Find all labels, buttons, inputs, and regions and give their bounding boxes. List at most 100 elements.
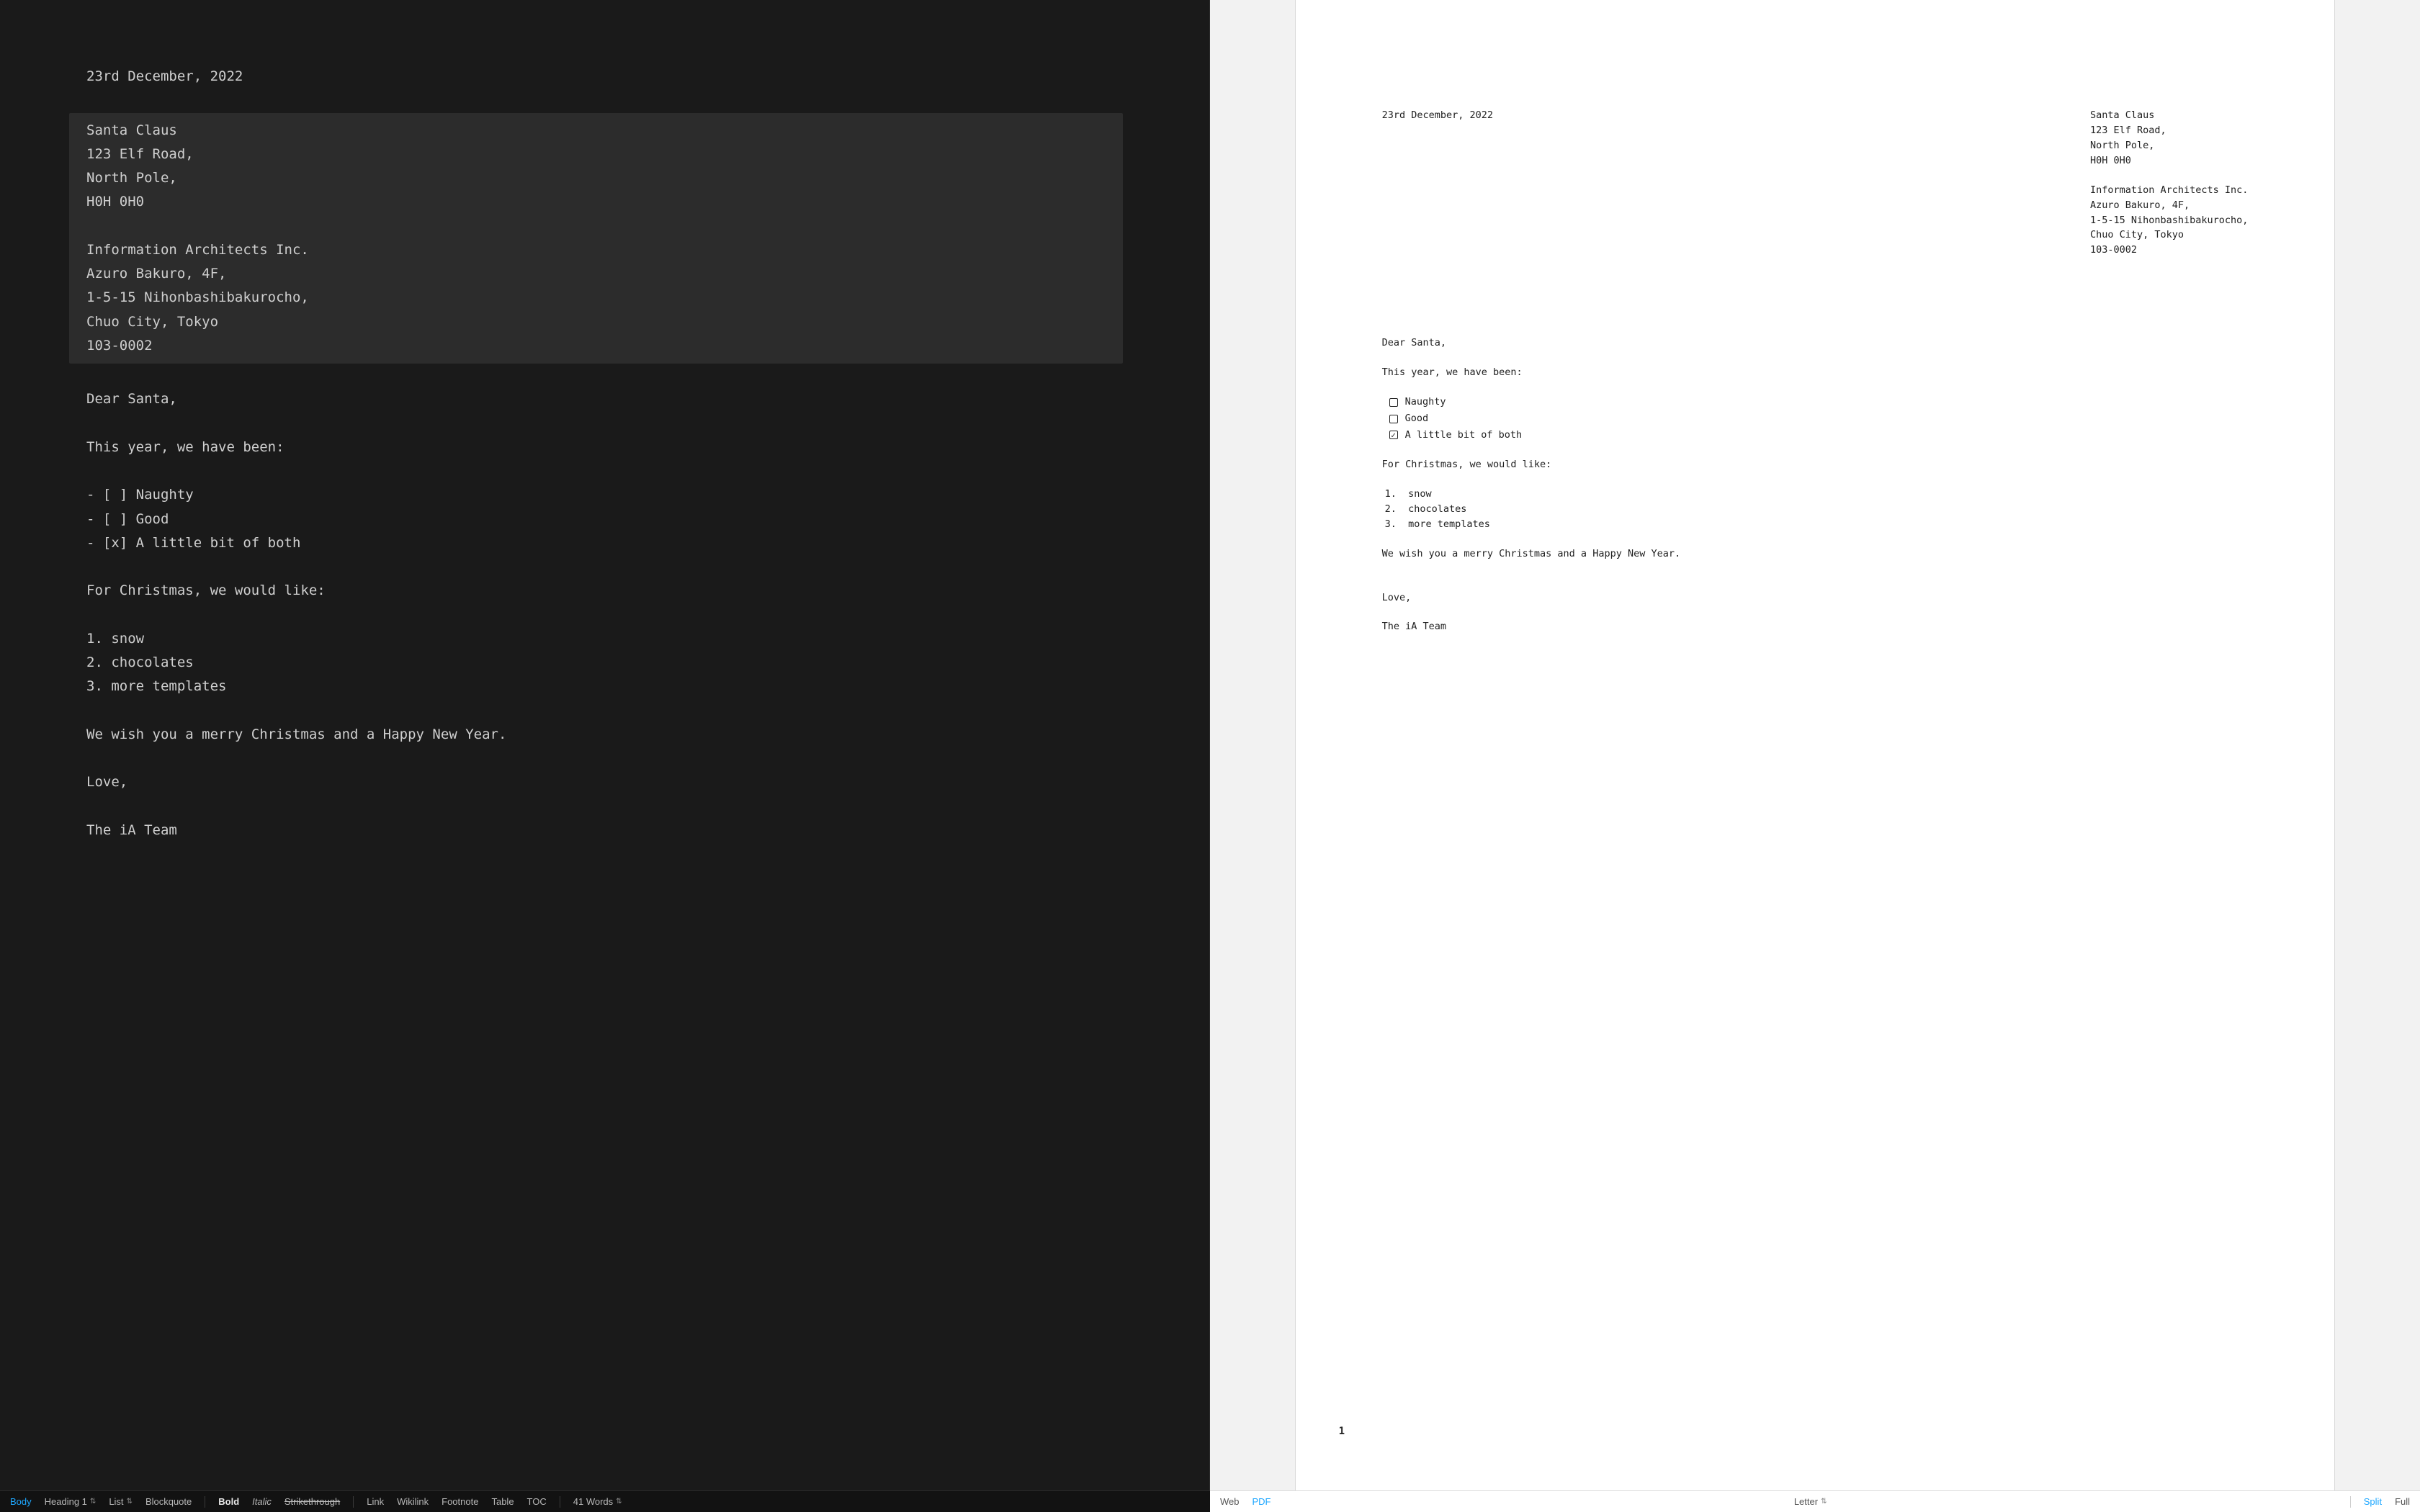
letterhead-date-col: 23rd December, 2022 (1382, 108, 2090, 272)
checklist-label: Good (1405, 411, 1429, 426)
blank-line (86, 412, 1123, 436)
editor-pane[interactable]: 23rd December, 2022 Santa Claus 123 Elf … (0, 0, 1210, 1490)
preview-sender-street: 1-5-15 Nihonbashibakurocho, (2090, 213, 2248, 228)
spacer (1382, 576, 2249, 590)
blank-line (86, 89, 1123, 112)
editor-sender-name[interactable]: Information Architects Inc. (86, 238, 1123, 262)
editor-checklist-line[interactable]: - [ ] Good (86, 508, 1123, 531)
preview-sender-block: Information Architects Inc. Azuro Bakuro… (2090, 183, 2248, 258)
preview-recipient-street: 123 Elf Road, (2090, 123, 2248, 138)
preview-checklist: Naughty Good A little bit of both (1382, 395, 2249, 443)
preview-sender-building: Azuro Bakuro, 4F, (2090, 198, 2248, 213)
checkbox-checked-icon (1389, 431, 1398, 439)
word-count-label: 41 Words (573, 1496, 613, 1507)
separator (353, 1496, 354, 1508)
list-item: 3. more templates (1385, 517, 2249, 532)
inline-style-group: Bold Italic Strikethrough (218, 1496, 340, 1507)
spacer (1382, 307, 2249, 336)
editor-sender-building[interactable]: Azuro Bakuro, 4F, (86, 262, 1123, 286)
style-list-button[interactable]: List ⇅ (109, 1496, 133, 1507)
editor-ordered-line[interactable]: 1. snow (86, 627, 1123, 651)
bottom-toolbar: Body Heading 1⇅ List⇅ Blockquote Bold It… (0, 1490, 2420, 1512)
footnote-button[interactable]: Footnote (442, 1496, 478, 1507)
editor-recipient-name[interactable]: Santa Claus (86, 119, 1123, 143)
chevron-updown-icon: ⇅ (127, 1498, 133, 1506)
strikethrough-button[interactable]: Strikethrough (284, 1496, 340, 1507)
preview-recipient-postcode: H0H 0H0 (2090, 153, 2248, 168)
style-blockquote-button[interactable]: Blockquote (145, 1496, 192, 1507)
blank-line (86, 555, 1123, 579)
layout-split-button[interactable]: Split (2364, 1496, 2382, 1507)
editor-address-block[interactable]: Santa Claus 123 Elf Road, North Pole, H0… (69, 113, 1123, 364)
list-label: List (109, 1496, 123, 1507)
list-item: 2. chocolates (1385, 502, 2249, 517)
blank-line (86, 795, 1123, 819)
editor-toolbar: Body Heading 1⇅ List⇅ Blockquote Bold It… (0, 1490, 1210, 1512)
chevron-updown-icon: ⇅ (616, 1498, 622, 1506)
style-heading-button[interactable]: Heading 1⇅ (45, 1496, 97, 1507)
blank-line (86, 215, 1123, 238)
editor-lead-in[interactable]: This year, we have been: (86, 436, 1123, 459)
list-item: Naughty (1389, 395, 2249, 410)
blank-line (86, 459, 1123, 483)
editor-recipient-postcode[interactable]: H0H 0H0 (86, 190, 1123, 214)
letterhead: 23rd December, 2022 Santa Claus 123 Elf … (1382, 108, 2249, 272)
blank-line (86, 699, 1123, 723)
list-item: A little bit of both (1389, 428, 2249, 443)
preview-recipient-name: Santa Claus (2090, 108, 2248, 123)
bold-button[interactable]: Bold (218, 1496, 239, 1507)
layout-full-button[interactable]: Full (2395, 1496, 2410, 1507)
chevron-updown-icon: ⇅ (1821, 1498, 1827, 1506)
heading-label: Heading 1 (45, 1496, 87, 1507)
preview-web-button[interactable]: Web (1220, 1496, 1240, 1507)
wish-label: chocolates (1408, 503, 1466, 515)
preview-pdf-button[interactable]: PDF (1252, 1496, 1271, 1507)
editor-sender-postcode[interactable]: 103-0002 (86, 334, 1123, 358)
preview-wishes: 1. snow 2. chocolates 3. more templates (1382, 487, 2249, 532)
preview-pane[interactable]: 23rd December, 2022 Santa Claus 123 Elf … (1210, 0, 2420, 1490)
list-item: Good (1389, 411, 2249, 426)
blank-line (86, 603, 1123, 627)
preview-page: 23rd December, 2022 Santa Claus 123 Elf … (1295, 0, 2336, 1490)
chevron-updown-icon: ⇅ (90, 1498, 96, 1506)
blank-line (86, 747, 1123, 770)
checkbox-unchecked-icon (1389, 415, 1398, 423)
table-button[interactable]: Table (491, 1496, 514, 1507)
preview-sender-city: Chuo City, Tokyo (2090, 228, 2248, 243)
preview-lead-in: This year, we have been: (1382, 365, 2249, 380)
editor-ordered-line[interactable]: 2. chocolates (86, 651, 1123, 675)
preview-date: 23rd December, 2022 (1382, 109, 1493, 121)
block-style-group: Body Heading 1⇅ List⇅ Blockquote (10, 1496, 192, 1507)
editor-recipient-street[interactable]: 123 Elf Road, (86, 143, 1123, 166)
paper-size-button[interactable]: Letter ⇅ (1794, 1496, 1827, 1507)
preview-sender-postcode: 103-0002 (2090, 243, 2248, 258)
editor-sender-street[interactable]: 1-5-15 Nihonbashibakurocho, (86, 286, 1123, 310)
preview-sender-name: Information Architects Inc. (2090, 183, 2248, 198)
letterhead-address-col: Santa Claus 123 Elf Road, North Pole, H0… (2090, 108, 2248, 272)
editor-sender-city[interactable]: Chuo City, Tokyo (86, 310, 1123, 334)
editor-recipient-city[interactable]: North Pole, (86, 166, 1123, 190)
link-button[interactable]: Link (367, 1496, 384, 1507)
wikilink-button[interactable]: Wikilink (397, 1496, 429, 1507)
editor-checklist-line[interactable]: - [ ] Naughty (86, 483, 1123, 507)
split-view: 23rd December, 2022 Santa Claus 123 Elf … (0, 0, 2420, 1490)
editor-signature[interactable]: The iA Team (86, 819, 1123, 842)
wish-label: snow (1408, 488, 1432, 500)
separator (2350, 1496, 2351, 1508)
editor-salutation[interactable]: Dear Santa, (86, 387, 1123, 411)
list-item: 1. snow (1385, 487, 2249, 502)
editor-wish-lead-in[interactable]: For Christmas, we would like: (86, 579, 1123, 603)
wish-label: more templates (1408, 518, 1490, 530)
toc-button[interactable]: TOC (527, 1496, 547, 1507)
style-body-button[interactable]: Body (10, 1496, 32, 1507)
insert-group: Link Wikilink Footnote Table TOC (367, 1496, 547, 1507)
editor-checklist-line[interactable]: - [x] A little bit of both (86, 531, 1123, 555)
checkbox-unchecked-icon (1389, 398, 1398, 407)
checklist-label: A little bit of both (1405, 428, 1523, 443)
editor-signoff[interactable]: Love, (86, 770, 1123, 794)
italic-button[interactable]: Italic (252, 1496, 272, 1507)
word-count-button[interactable]: 41 Words⇅ (573, 1496, 622, 1507)
editor-ordered-line[interactable]: 3. more templates (86, 675, 1123, 698)
editor-date[interactable]: 23rd December, 2022 (86, 65, 1123, 89)
editor-closing-line[interactable]: We wish you a merry Christmas and a Happ… (86, 723, 1123, 747)
